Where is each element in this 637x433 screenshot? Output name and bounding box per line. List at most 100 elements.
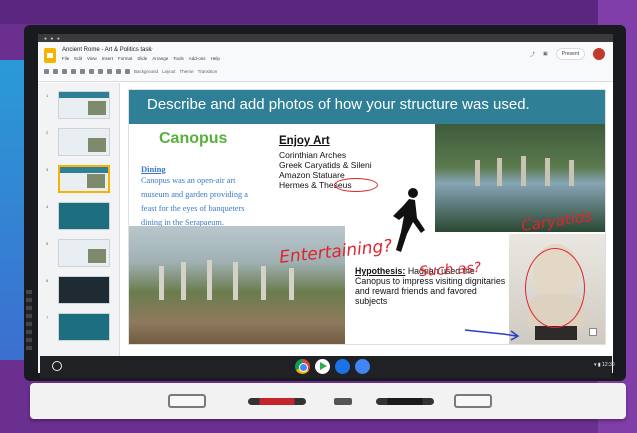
status-tray[interactable]: ▾ ▮ 12:30 <box>594 362 615 368</box>
slide-thumbnail[interactable] <box>58 276 110 304</box>
photo-column <box>233 262 238 300</box>
textbox-icon[interactable] <box>98 69 103 74</box>
menu-addons[interactable]: Add-ons <box>189 56 206 61</box>
thumb-image <box>88 249 106 263</box>
photo-column <box>569 160 574 186</box>
eraser[interactable] <box>334 398 352 405</box>
toolbar-theme[interactable]: Theme <box>180 69 194 74</box>
slides-logo-icon[interactable] <box>44 48 56 63</box>
dining-text[interactable]: Canopus was an open-air art museum and g… <box>141 174 259 230</box>
photo-column <box>261 266 266 300</box>
tray-left-button[interactable] <box>168 394 206 408</box>
ink-arrow-icon <box>464 329 520 341</box>
slide-thumbnail[interactable] <box>58 91 110 119</box>
add-slide-icon[interactable] <box>44 69 49 74</box>
menu-view[interactable]: View <box>87 56 97 61</box>
hypothesis-label: Hypothesis: <box>355 266 406 276</box>
browser-title-bar: ● ● ● <box>38 34 613 42</box>
app-bar-actions: ⤴ ▣ Present <box>530 48 605 60</box>
toolbar-transition[interactable]: Transition <box>198 69 218 74</box>
menu-format[interactable]: Format <box>118 56 132 61</box>
zoom-icon[interactable] <box>80 69 85 74</box>
ink-circle-theseus <box>334 178 378 192</box>
star-icon[interactable]: ☆ <box>148 46 153 53</box>
red-pen[interactable] <box>248 398 306 405</box>
print-icon[interactable] <box>71 69 76 74</box>
thumb-image <box>88 101 106 115</box>
thumb-number: 2 <box>46 130 49 135</box>
launcher-icon[interactable] <box>52 361 62 371</box>
image-icon[interactable] <box>107 69 112 74</box>
photo-column <box>207 260 212 300</box>
thumb-number: 5 <box>46 241 49 246</box>
dining-heading[interactable]: Dining <box>141 164 166 174</box>
thumb-number: 3 <box>46 167 49 172</box>
slide-thumbnail[interactable] <box>58 313 110 341</box>
thumb-number: 6 <box>46 278 49 283</box>
menu-insert[interactable]: Insert <box>102 56 113 61</box>
toolbar-background[interactable]: Background <box>134 69 158 74</box>
slide-filmstrip: 1 2 3 4 5 6 7 <box>38 83 120 373</box>
chrome-icon[interactable] <box>295 359 310 374</box>
slide-header-bar: Describe and add photos of how your stru… <box>129 90 605 124</box>
menu-slide[interactable]: Slide <box>137 56 147 61</box>
bust-pedestal <box>535 326 577 340</box>
smart-app-icon[interactable] <box>335 359 350 374</box>
slide-thumbnail[interactable] <box>58 202 110 230</box>
display-side-ports <box>26 290 32 350</box>
avatar[interactable] <box>593 48 605 60</box>
undo-icon[interactable] <box>53 69 58 74</box>
black-pen[interactable] <box>376 398 434 405</box>
photo-column <box>159 266 164 300</box>
thumb-number: 7 <box>46 315 49 320</box>
list-item: Greek Caryatids & Sileni <box>279 160 372 170</box>
list-item: Corinthian Arches <box>279 150 347 160</box>
thumb-image <box>87 174 105 188</box>
ink-circle-bust <box>525 248 585 328</box>
select-icon[interactable] <box>89 69 94 74</box>
menu-help[interactable]: Help <box>211 56 220 61</box>
slide-canvas[interactable]: Describe and add photos of how your stru… <box>128 89 606 345</box>
shape-icon[interactable] <box>116 69 121 74</box>
menu-tools[interactable]: Tools <box>173 56 184 61</box>
toolbar-layout[interactable]: Layout <box>162 69 176 74</box>
pen-tray <box>30 383 626 419</box>
shelf-app-icons <box>295 359 370 374</box>
slide-thumbnail[interactable] <box>58 239 110 267</box>
expand-icon[interactable] <box>589 328 597 336</box>
editing-toolbar: Background Layout Theme Transition <box>44 69 217 74</box>
photo-column <box>545 158 550 186</box>
thumb-image <box>88 138 106 152</box>
canopus-heading[interactable]: Canopus <box>159 130 227 148</box>
slide-title[interactable]: Describe and add photos of how your stru… <box>147 96 530 113</box>
slide-thumbnail[interactable] <box>58 128 110 156</box>
menu-file[interactable]: File <box>62 56 69 61</box>
display-screen: ● ● ● Ancient Rome - Art & Politics task… <box>38 34 613 373</box>
thumb-number: 4 <box>46 204 49 209</box>
photo-column <box>497 158 502 186</box>
comment-icon[interactable]: ▣ <box>543 51 548 57</box>
thumb-number: 1 <box>46 93 49 98</box>
thumb-header <box>59 92 109 98</box>
slides-app-bar: Ancient Rome - Art & Politics task ☆ Fil… <box>38 42 613 82</box>
menu-bar: File Edit View Insert Format Slide Arran… <box>62 56 220 61</box>
menu-edit[interactable]: Edit <box>74 56 82 61</box>
play-store-icon[interactable] <box>315 359 330 374</box>
photo-column <box>521 156 526 186</box>
activity-icon[interactable]: ⤴ <box>530 51 535 58</box>
photo-column <box>181 262 186 300</box>
docs-icon[interactable] <box>355 359 370 374</box>
menu-arrange[interactable]: Arrange <box>152 56 168 61</box>
tray-right-button[interactable] <box>454 394 492 408</box>
redo-icon[interactable] <box>62 69 67 74</box>
backdrop-top <box>0 0 637 24</box>
document-title[interactable]: Ancient Rome - Art & Politics task <box>62 47 151 53</box>
thumb-header <box>60 167 108 173</box>
present-button[interactable]: Present <box>555 48 585 60</box>
slide-thumbnail-selected[interactable] <box>58 165 110 193</box>
photo-column <box>475 160 480 186</box>
runner-silhouette-icon[interactable] <box>391 186 427 256</box>
enjoy-art-heading[interactable]: Enjoy Art <box>279 135 330 147</box>
line-icon[interactable] <box>125 69 130 74</box>
photo-column <box>289 268 294 300</box>
